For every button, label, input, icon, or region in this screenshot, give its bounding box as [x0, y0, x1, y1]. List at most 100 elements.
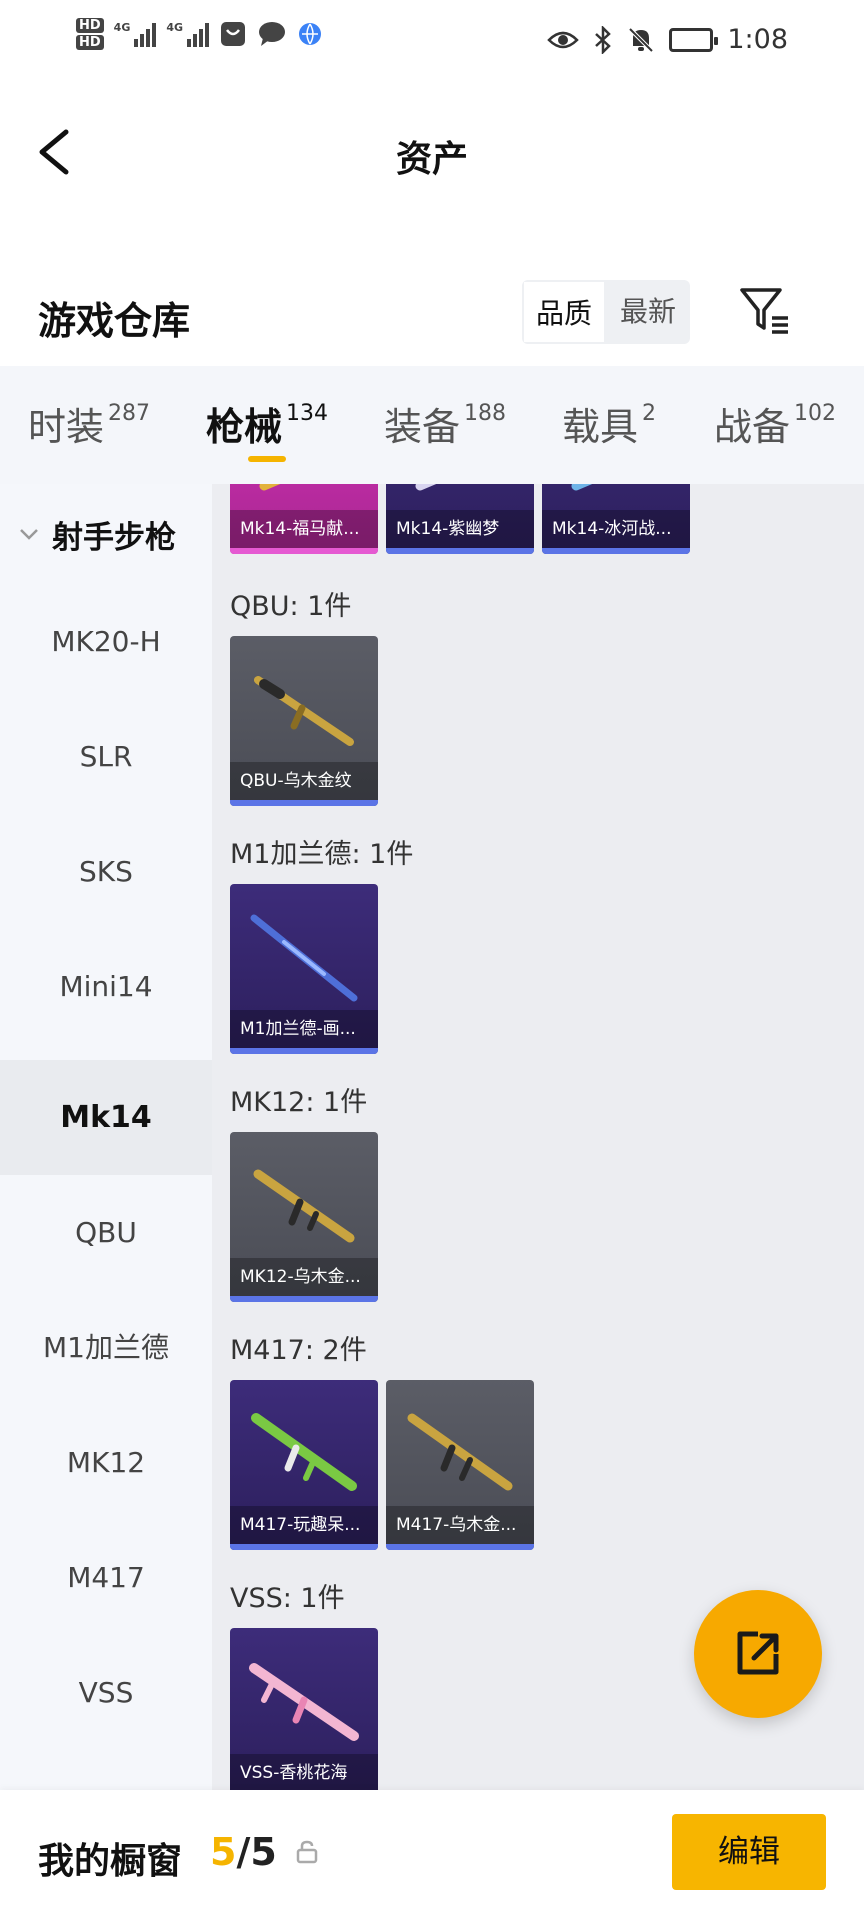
showcase-label: 我的橱窗 — [38, 1841, 183, 1882]
weapon-card-label: QBU-乌木金纹 — [230, 762, 378, 800]
weapon-card-m417-2[interactable]: M417-乌木金... — [386, 1380, 534, 1550]
weapon-card-m1-1[interactable]: M1加兰德-画... — [230, 884, 378, 1054]
rifle-icon — [407, 1413, 513, 1491]
rifle-icon — [415, 484, 437, 491]
sidebar-item-sks[interactable]: SKS — [0, 814, 212, 929]
tab-label: 载具 — [562, 405, 639, 449]
showcase-bar: 我的橱窗 5/5 编辑 — [0, 1790, 864, 1920]
weapon-card-label: MK12-乌木金... — [230, 1258, 378, 1296]
battery-icon — [669, 27, 719, 52]
weapon-card-label: Mk14-福马献... — [230, 510, 378, 548]
tab-label: 枪械 — [206, 405, 283, 449]
weapon-sidebar: 射手步枪 MK20-H SLR SKS Mini14 Mk14 QBU M1加兰… — [0, 484, 212, 1790]
sidebar-item-mk14[interactable]: Mk14 — [0, 1060, 212, 1175]
rarity-bar — [230, 1544, 378, 1550]
category-tabs: 时装 287 枪械 134 装备 188 载具 2 战备 102 — [0, 366, 864, 484]
weapon-card-vss-1[interactable]: VSS-香桃花海 — [230, 1628, 378, 1790]
sidebar-item-mk20h[interactable]: MK20-H — [0, 584, 212, 699]
tab-count: 188 — [464, 401, 507, 426]
signal-icon-1: 4G — [114, 21, 157, 47]
warehouse-header: 游戏仓库 品质 最新 — [0, 270, 864, 360]
rarity-bar — [230, 1048, 378, 1054]
tab-count: 102 — [794, 401, 837, 426]
showcase-separator: / — [236, 1830, 251, 1874]
rifle-icon — [251, 1413, 357, 1491]
tab-count: 2 — [642, 401, 657, 426]
tab-count: 287 — [108, 401, 151, 426]
weapon-card-mk14-3[interactable]: Mk14-冰河战... — [542, 484, 690, 554]
rifle-icon — [249, 1663, 359, 1741]
weapon-card-qbu-1[interactable]: QBU-乌木金纹 — [230, 636, 378, 806]
browser-icon — [299, 23, 322, 45]
weapon-card-mk12-1[interactable]: MK12-乌木金... — [230, 1132, 378, 1302]
group-title-m417: M417: 2件 — [230, 1335, 367, 1366]
rarity-bar — [386, 1544, 534, 1550]
weapon-card-mk14-1[interactable]: Mk14-福马献... — [230, 484, 378, 554]
sort-toggle: 品质 最新 — [522, 280, 690, 344]
rifle-icon — [259, 484, 281, 491]
rarity-bar — [386, 548, 534, 554]
edit-button[interactable]: 编辑 — [672, 1814, 826, 1890]
tab-count: 134 — [286, 401, 329, 426]
rifle-icon — [254, 676, 354, 746]
bluetooth-icon — [595, 25, 612, 54]
weapon-card-label: M417-乌木金... — [386, 1506, 534, 1544]
sidebar-item-qbu[interactable]: QBU — [0, 1175, 212, 1290]
weapon-card-label: Mk14-紫幽梦 — [386, 510, 534, 548]
sort-quality-button[interactable]: 品质 — [522, 280, 606, 344]
rarity-bar — [230, 1296, 378, 1302]
clock: 1:08 — [727, 24, 788, 55]
message-icon — [259, 22, 286, 46]
status-left: HD HD 4G 4G — [76, 18, 323, 50]
tab-equipment[interactable]: 装备 188 — [384, 396, 506, 451]
sidebar-item-m1-garand[interactable]: M1加兰德 — [0, 1290, 212, 1405]
share-button[interactable] — [694, 1590, 822, 1718]
hd-badges: HD HD — [76, 18, 104, 50]
showcase-current: 5 — [210, 1830, 237, 1874]
sidebar-item-slr[interactable]: SLR — [0, 699, 212, 814]
hd-badge-1: HD — [76, 18, 104, 33]
weapon-card-label: VSS-香桃花海 — [230, 1754, 378, 1790]
filter-button[interactable] — [736, 282, 794, 340]
rarity-bar — [230, 800, 378, 806]
top-bar: 资产 — [0, 100, 864, 210]
tab-weapons[interactable]: 枪械 134 — [206, 396, 328, 451]
group-title-qbu: QBU: 1件 — [230, 591, 352, 622]
sidebar-item-vss[interactable]: VSS — [0, 1635, 212, 1750]
sidebar-item-m417[interactable]: M417 — [0, 1520, 212, 1635]
chevron-down-icon — [20, 529, 38, 540]
share-external-icon — [737, 1631, 779, 1675]
network-type-1: 4G — [113, 21, 131, 34]
rifle-icon — [253, 1169, 355, 1243]
page-title: 资产 — [395, 139, 468, 180]
hd-badge-2: HD — [76, 35, 104, 50]
tab-label: 装备 — [384, 405, 461, 449]
group-title-m1-garand: M1加兰德: 1件 — [230, 839, 414, 870]
weapon-card-m417-1[interactable]: M417-玩趣呆... — [230, 1380, 378, 1550]
active-tab-indicator — [248, 456, 286, 462]
network-type-2: 4G — [166, 21, 184, 34]
status-bar: HD HD 4G 4G 1:08 — [0, 0, 864, 88]
sidebar-item-mk12[interactable]: MK12 — [0, 1405, 212, 1520]
rifle-icon — [250, 914, 358, 1002]
sidebar-category-label: 射手步枪 — [52, 519, 176, 556]
weapon-card-label: M1加兰德-画... — [230, 1010, 378, 1048]
signal-icon-2: 4G — [166, 21, 210, 47]
weapon-card-mk14-2[interactable]: Mk14-紫幽梦 — [386, 484, 534, 554]
group-title-mk12: MK12: 1件 — [230, 1087, 368, 1118]
filter-icon — [740, 288, 788, 334]
mute-bell-icon — [628, 27, 654, 52]
tab-supplies[interactable]: 战备 102 — [714, 396, 836, 451]
tab-vehicles[interactable]: 载具 2 — [562, 396, 656, 451]
tab-fashion[interactable]: 时装 287 — [28, 396, 150, 451]
sort-newest-button[interactable]: 最新 — [606, 280, 690, 344]
sidebar-category-header[interactable]: 射手步枪 — [0, 484, 212, 584]
shopping-bag-icon — [221, 22, 246, 46]
weapon-card-label: M417-玩趣呆... — [230, 1506, 378, 1544]
rifle-icon — [571, 484, 593, 491]
sidebar-item-mini14[interactable]: Mini14 — [0, 929, 212, 1044]
showcase-total: 5 — [250, 1830, 277, 1874]
rarity-bar — [230, 548, 378, 554]
lock-icon — [296, 1840, 318, 1864]
warehouse-title: 游戏仓库 — [38, 299, 191, 343]
